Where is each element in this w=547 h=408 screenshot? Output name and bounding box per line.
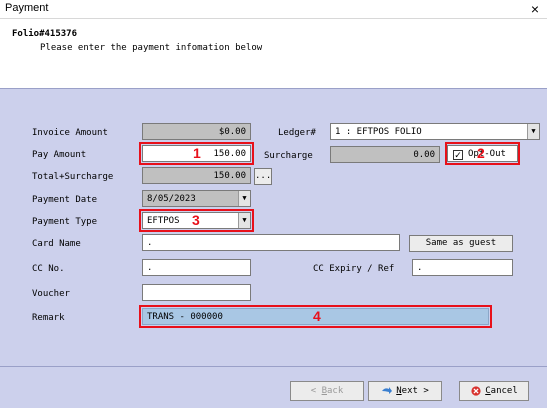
invoice-amount-field: $0.00 bbox=[142, 123, 251, 140]
back-prefix: < bbox=[310, 386, 322, 396]
checkmark-icon[interactable]: ✓ bbox=[453, 150, 463, 160]
chevron-down-icon[interactable]: ▼ bbox=[238, 191, 250, 206]
header-panel: Folio#415376 Please enter the payment in… bbox=[0, 18, 547, 88]
annotation-number-2: 2 bbox=[477, 145, 485, 161]
surcharge-field: 0.00 bbox=[330, 146, 440, 163]
voucher-label: Voucher bbox=[32, 289, 70, 299]
footer-bar: < Back Next > Cancel bbox=[0, 366, 547, 408]
payment-date-label: Payment Date bbox=[32, 195, 98, 205]
instructions-text: Please enter the payment infomation belo… bbox=[40, 43, 263, 53]
window-title: Payment bbox=[5, 2, 49, 14]
annotation-number-1: 1 bbox=[193, 145, 201, 161]
back-button[interactable]: < Back bbox=[290, 381, 364, 401]
card-name-field[interactable]: . bbox=[142, 234, 400, 251]
total-surcharge-field: 150.00 bbox=[142, 167, 251, 184]
next-rest: ext > bbox=[401, 386, 429, 396]
voucher-field[interactable] bbox=[142, 284, 251, 301]
back-rest: ack bbox=[327, 386, 344, 396]
same-as-guest-button[interactable]: Same as guest bbox=[409, 235, 513, 252]
opt-out-label: Opt-Out bbox=[468, 149, 506, 159]
total-surcharge-more-button[interactable]: ... bbox=[254, 168, 272, 185]
cc-expiry-field[interactable]: . bbox=[412, 259, 513, 276]
title-bar: Payment × bbox=[0, 0, 547, 18]
close-icon[interactable]: × bbox=[531, 0, 539, 18]
payment-date-picker[interactable]: 8/05/2023 ▼ bbox=[142, 190, 251, 207]
payment-type-value: EFTPOS bbox=[147, 216, 180, 226]
payment-type-label: Payment Type bbox=[32, 217, 98, 227]
chevron-down-icon[interactable]: ▼ bbox=[527, 124, 539, 139]
surcharge-label: Surcharge bbox=[264, 151, 313, 161]
invoice-amount-label: Invoice Amount bbox=[32, 128, 108, 138]
annotation-number-3: 3 bbox=[192, 212, 200, 228]
folio-number: Folio#415376 bbox=[12, 29, 78, 39]
cancel-circle-icon bbox=[471, 385, 481, 396]
ledger-select[interactable]: 1 : EFTPOS FOLIO ▼ bbox=[330, 123, 540, 140]
card-name-label: Card Name bbox=[32, 239, 81, 249]
payment-date-value: 8/05/2023 bbox=[147, 194, 196, 204]
cc-no-label: CC No. bbox=[32, 264, 65, 274]
annotation-number-4: 4 bbox=[313, 308, 321, 324]
arrow-right-icon bbox=[382, 386, 393, 394]
total-surcharge-label: Total+Surcharge bbox=[32, 172, 114, 182]
cc-expiry-label: CC Expiry / Ref bbox=[313, 264, 395, 274]
chevron-down-icon[interactable]: ▼ bbox=[238, 213, 250, 228]
cc-no-field[interactable]: . bbox=[142, 259, 251, 276]
ledger-label: Ledger# bbox=[278, 128, 316, 138]
payment-form: Invoice Amount $0.00 Ledger# 1 : EFTPOS … bbox=[0, 88, 547, 366]
cancel-rest: ancel bbox=[490, 386, 518, 396]
cancel-button[interactable]: Cancel bbox=[459, 381, 529, 401]
ledger-value: 1 : EFTPOS FOLIO bbox=[335, 127, 422, 137]
remark-label: Remark bbox=[32, 313, 65, 323]
next-button[interactable]: Next > bbox=[368, 381, 442, 401]
pay-amount-label: Pay Amount bbox=[32, 150, 87, 160]
